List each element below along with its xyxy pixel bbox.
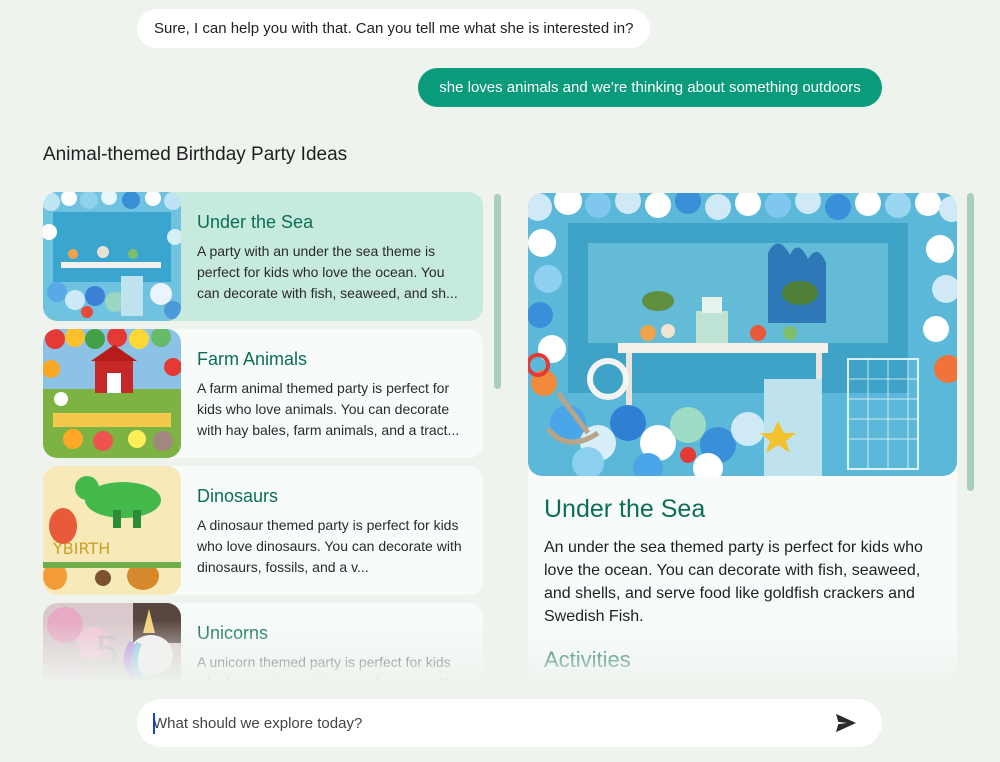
idea-title: Dinosaurs xyxy=(197,486,279,506)
detail-panel: Under the Sea An under the sea themed pa… xyxy=(528,193,957,680)
detail-title: Under the Sea xyxy=(544,495,706,523)
detail-panel-scrollbar[interactable] xyxy=(967,193,974,491)
idea-card-dinosaurs[interactable]: YBIRTH Dinosaurs A dinosaur themed party… xyxy=(43,466,483,595)
idea-card-unicorns[interactable]: 5 Unicorns A unicorn themed party is per… xyxy=(43,603,483,680)
text-caret xyxy=(153,713,155,734)
assistant-message-text: Sure, I can help you with that. Can you … xyxy=(154,20,634,37)
prompt-bar xyxy=(137,699,882,747)
section-title: Animal-themed Birthday Party Ideas xyxy=(43,144,348,165)
idea-description: A party with an under the sea theme is p… xyxy=(197,243,458,301)
idea-title: Under the Sea xyxy=(197,212,314,232)
user-message-text: she loves animals and we're thinking abo… xyxy=(439,79,861,96)
dinosaurs-thumbnail: YBIRTH xyxy=(43,466,181,595)
detail-hero-image xyxy=(528,193,957,476)
send-button[interactable] xyxy=(833,711,859,735)
svg-text:5: 5 xyxy=(95,629,120,675)
prompt-input[interactable] xyxy=(153,708,813,738)
user-message-bubble: she loves animals and we're thinking abo… xyxy=(418,68,882,107)
assistant-message-bubble: Sure, I can help you with that. Can you … xyxy=(137,9,651,48)
ideas-list-scrollbar[interactable] xyxy=(494,194,501,389)
idea-title: Farm Animals xyxy=(197,349,308,369)
idea-description: A dinosaur themed party is perfect for k… xyxy=(197,517,462,575)
idea-description: A unicorn themed party is perfect for ki… xyxy=(197,654,454,680)
farm-animals-thumbnail xyxy=(43,329,181,458)
idea-card-farm-animals[interactable]: Farm Animals A farm animal themed party … xyxy=(43,329,483,458)
detail-description: An under the sea themed party is perfect… xyxy=(544,539,923,625)
ideas-list: Under the Sea A party with an under the … xyxy=(43,192,485,680)
under-the-sea-thumbnail xyxy=(43,192,181,321)
idea-title: Unicorns xyxy=(197,623,269,643)
idea-description: A farm animal themed party is perfect fo… xyxy=(197,380,460,438)
send-icon xyxy=(836,713,856,733)
detail-activities-heading: Activities xyxy=(544,647,631,672)
idea-card-under-the-sea[interactable]: Under the Sea A party with an under the … xyxy=(43,192,483,321)
unicorns-thumbnail: 5 xyxy=(43,603,181,680)
